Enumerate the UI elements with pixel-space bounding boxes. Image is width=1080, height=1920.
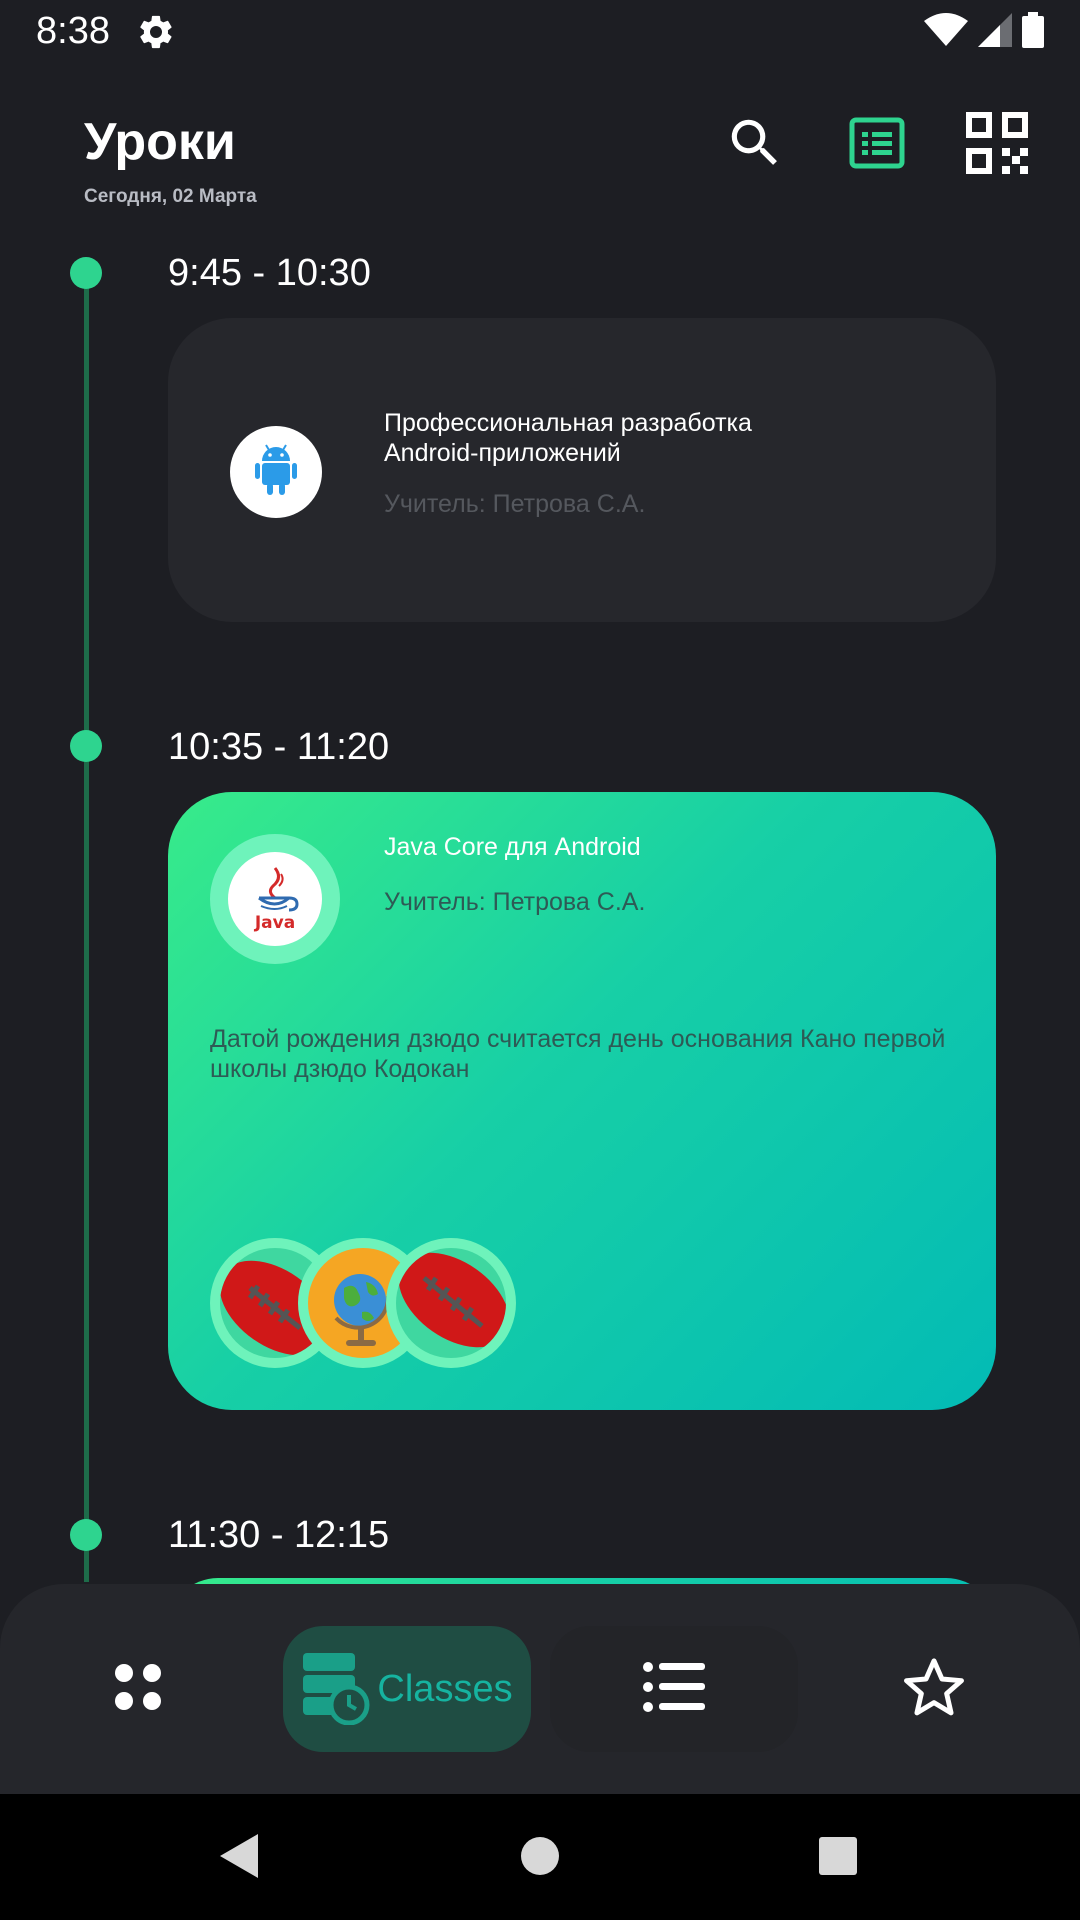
java-logo-text: Java	[254, 913, 295, 933]
lesson-card-active[interactable]: Java Java Core для Android Учитель: Петр…	[168, 792, 996, 1410]
schedule-list-view-button[interactable]	[842, 110, 912, 180]
status-time: 8:38	[36, 10, 110, 52]
home-button[interactable]	[510, 1828, 570, 1888]
timeline-dot	[70, 730, 102, 762]
nav-classes[interactable]: Classes	[283, 1626, 531, 1752]
java-icon: Java	[228, 852, 322, 946]
lesson-time: 9:45 - 10:30	[168, 252, 371, 294]
nav-favorites[interactable]	[834, 1626, 1034, 1752]
qr-code-icon	[966, 111, 1028, 179]
lesson-teacher: Учитель: Петрова С.А.	[384, 490, 646, 518]
nav-list[interactable]	[550, 1626, 798, 1752]
attachment-stack[interactable]	[210, 1238, 530, 1368]
nav-classes-label: Classes	[377, 1667, 513, 1710]
lesson-time: 10:35 - 11:20	[168, 726, 390, 768]
page-title: Уроки	[84, 113, 236, 171]
lesson-teacher: Учитель: Петрова С.А.	[384, 888, 646, 916]
back-triangle-icon	[218, 1832, 262, 1885]
battery-icon	[1022, 12, 1044, 53]
wifi-icon	[924, 13, 968, 52]
timeline-line	[84, 272, 89, 1582]
classes-icon	[301, 1649, 371, 1730]
status-bar: 8:38	[0, 0, 1080, 64]
home-circle-icon	[520, 1836, 560, 1881]
lesson-card[interactable]: Профессиональная разработка Android-прил…	[168, 318, 996, 622]
list-icon	[643, 1661, 705, 1717]
bottom-navigation: Classes	[0, 1584, 1080, 1794]
search-button[interactable]	[720, 110, 790, 180]
recents-button[interactable]	[808, 1828, 868, 1888]
star-icon	[900, 1654, 968, 1725]
lesson-time: 11:30 - 12:15	[168, 1514, 390, 1556]
search-icon	[724, 112, 786, 179]
list-alt-icon	[849, 117, 905, 174]
dots-grid-icon	[113, 1662, 163, 1717]
lesson-title: Профессиональная разработка Android-прил…	[384, 409, 752, 467]
football-icon	[396, 1248, 506, 1358]
nav-dashboard[interactable]	[38, 1626, 238, 1752]
android-icon	[253, 443, 299, 502]
recents-square-icon	[818, 1836, 858, 1881]
qr-code-button[interactable]	[962, 110, 1032, 180]
lesson-title: Java Core для Android	[384, 833, 641, 861]
system-navigation-bar	[0, 1794, 1080, 1920]
back-button[interactable]	[210, 1828, 270, 1888]
cellular-signal-icon	[978, 13, 1012, 52]
page-subtitle-date: Сегодня, 02 Марта	[84, 186, 257, 207]
lesson-description: Датой рождения дзюдо считается день осно…	[210, 1025, 946, 1083]
subject-avatar: Java	[210, 834, 340, 964]
attachment-avatar	[386, 1238, 516, 1368]
subject-avatar	[230, 426, 322, 518]
timeline-dot	[70, 257, 102, 289]
timeline-dot	[70, 1519, 102, 1551]
settings-gear-icon	[136, 12, 176, 52]
